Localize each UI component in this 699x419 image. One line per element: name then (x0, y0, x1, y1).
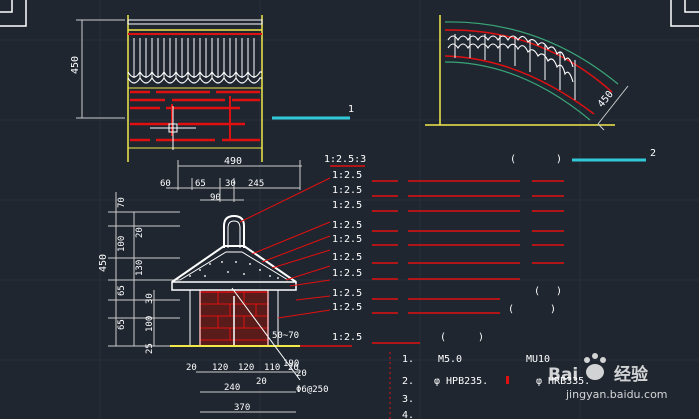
bdim-120a: 120 (212, 363, 228, 373)
note-2-a: φ HPB235. (434, 376, 488, 387)
ldim-25: 25 (145, 343, 155, 354)
rdim-50-70: 50~70 (272, 331, 299, 341)
paren-0: ( (510, 154, 516, 165)
note-1-num: 1. (402, 354, 414, 365)
mix-label-7: 1:2.5 (332, 268, 362, 279)
material-callouts[interactable]: 1:2.5:3 1:2.5 1:2.5 1:2.5 1:2.5 1:2.5 1:… (324, 154, 564, 344)
dim-60: 60 (160, 179, 171, 189)
mix-label-4: 1:2.5 (332, 220, 362, 231)
paw-icon (584, 353, 606, 380)
cap-section[interactable]: 490 60 65 30 245 90 70 20 100 450 130 65… (98, 156, 352, 413)
bdim-120b: 120 (238, 363, 254, 373)
paren-4: ( (508, 304, 514, 315)
watermark-brand: Bai (548, 365, 578, 385)
watermark-brand-cn: 经验 (614, 364, 649, 385)
paren-6: ( (440, 332, 446, 343)
mix-label-6: 1:2.5 (332, 252, 362, 263)
ldim-20: 20 (135, 227, 145, 238)
detail-tag-1: 1 (348, 104, 354, 115)
roof-elevation[interactable]: 450 1 (70, 15, 354, 162)
note-2-num: 2. (402, 376, 414, 387)
bdim-240: 240 (224, 383, 240, 393)
note-3-num: 3. (402, 394, 414, 405)
mix-label-3: 1:2.5 (332, 200, 362, 211)
note-1-a: M5.0 (438, 354, 462, 365)
bdim-20a: 20 (186, 363, 197, 373)
ldim-100b: 100 (145, 316, 155, 332)
curved-elevation[interactable]: 450 2 (425, 15, 656, 162)
ldim-65b: 65 (117, 319, 127, 330)
paren-3: ) (556, 286, 562, 297)
ldim-130: 130 (135, 260, 145, 276)
mix-label-5: 1:2.5 (332, 234, 362, 245)
cursor-crosshair (150, 106, 196, 150)
note-1-b: MU10 (526, 354, 550, 365)
paren-1: ) (556, 154, 562, 165)
bdim-20b: 20 (288, 363, 299, 373)
paren-5: ) (550, 304, 556, 315)
ldim-30: 30 (145, 293, 155, 304)
mix-label-1: 1:2.5 (332, 170, 362, 181)
note-4-num: 4. (402, 410, 414, 419)
bdim-370: 370 (234, 403, 250, 413)
paren-7: ) (478, 332, 484, 343)
mix-label-0: 1:2.5:3 (324, 154, 366, 165)
dim-90: 90 (210, 193, 221, 203)
curved-dim: 450 (596, 89, 616, 110)
dim-65: 65 (195, 179, 206, 189)
detail-tag-2: 2 (650, 148, 656, 159)
paren-2: ( (534, 286, 540, 297)
mix-label-9: 1:2.5 (332, 302, 362, 313)
mix-label-2: 1:2.5 (332, 185, 362, 196)
bdim-110: 110 (264, 363, 280, 373)
cad-canvas[interactable]: 450 1 450 2 490 60 65 30 245 90 70 20 10… (0, 0, 699, 419)
dim-total-width: 490 (224, 156, 242, 167)
mix-label-8: 1:2.5 (332, 288, 362, 299)
mix-label-10: 1:2.5 (332, 332, 362, 343)
ldim-70: 70 (117, 197, 127, 208)
rebar-callout: Φ6@250 (296, 385, 329, 395)
ldim-100: 100 (117, 236, 127, 252)
watermark-url: jingyan.baidu.com (565, 388, 668, 401)
ldim-450: 450 (98, 254, 109, 272)
ldim-65a: 65 (117, 285, 127, 296)
corner-marks (0, 0, 699, 27)
dim-245: 245 (248, 179, 264, 189)
bdim-20c: 20 (256, 377, 267, 387)
elev-height-dim: 450 (70, 56, 81, 74)
